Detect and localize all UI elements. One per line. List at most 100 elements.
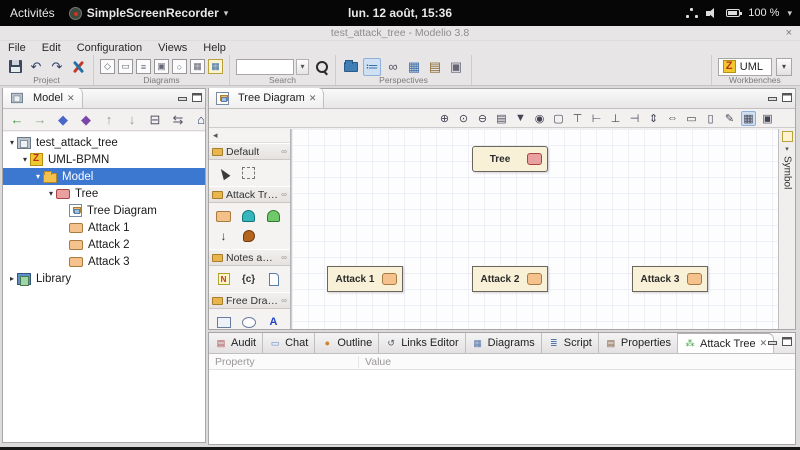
snapshot-icon[interactable]: ◉	[532, 111, 547, 126]
collapse-all-icon[interactable]: ⊟	[146, 111, 164, 129]
tree-item-tree[interactable]: ▾Tree	[3, 185, 205, 202]
minimize-panel-icon[interactable]	[177, 92, 186, 101]
workbench-dropdown-button[interactable]: ▾	[776, 58, 792, 76]
usecase-diagram-icon[interactable]: ○	[172, 59, 187, 74]
symbol-side-tab[interactable]: ▾ Symbol	[778, 129, 795, 329]
diagram-node-tree[interactable]: Tree	[472, 146, 548, 172]
folder-perspective-icon[interactable]	[342, 58, 360, 76]
minimize-bottom-panel-icon[interactable]	[767, 336, 776, 345]
ellipse-tool[interactable]	[236, 312, 261, 332]
move-down-icon[interactable]: ↓	[123, 111, 141, 129]
menu-edit[interactable]: Edit	[34, 42, 69, 54]
tree-item-library[interactable]: ▸Library	[3, 270, 205, 287]
activities-button[interactable]: Activités	[10, 6, 55, 20]
tree-item-tree-diagram[interactable]: Tree Diagram	[3, 202, 205, 219]
model-explorer-perspective-icon[interactable]: ≔	[363, 58, 381, 76]
maximize-bottom-panel-icon[interactable]	[782, 336, 791, 345]
zoom-original-icon[interactable]: ⊙	[456, 111, 471, 126]
palette-collapse-button[interactable]: ◂	[209, 129, 290, 143]
search-input[interactable]	[236, 59, 294, 75]
menu-views[interactable]: Views	[150, 42, 195, 54]
print-icon[interactable]: ▤	[494, 111, 509, 126]
expand-arrow-icon[interactable]: ▾	[7, 138, 17, 147]
document-tool[interactable]	[261, 269, 286, 289]
grid-perspective-icon[interactable]: ▦	[405, 58, 423, 76]
tree-item-attack-3[interactable]: Attack 3	[3, 253, 205, 270]
deployment-diagram-icon[interactable]: ▣	[154, 59, 169, 74]
tree-item-uml-bpmn[interactable]: ▾UML-BPMN	[3, 151, 205, 168]
diagram-node-attack-1[interactable]: Attack 1	[327, 266, 403, 292]
diagram-node-attack-3[interactable]: Attack 3	[632, 266, 708, 292]
menu-configuration[interactable]: Configuration	[69, 42, 150, 54]
move-up-icon[interactable]: ↑	[100, 111, 118, 129]
minimize-editor-icon[interactable]	[767, 92, 776, 101]
network-icon[interactable]	[686, 8, 698, 18]
page-layout-icon[interactable]: ▣	[760, 111, 775, 126]
object-diagram-icon[interactable]: ▦	[190, 59, 205, 74]
pin-icon[interactable]: ∞	[281, 190, 287, 199]
column-value[interactable]: Value	[359, 356, 391, 368]
expand-arrow-icon[interactable]: ▾	[20, 155, 30, 164]
system-menu-chevron-icon[interactable]: ▾	[787, 8, 792, 19]
link-tool[interactable]: ↓	[211, 226, 236, 246]
rectangle-tool[interactable]	[211, 312, 236, 332]
menu-help[interactable]: Help	[195, 42, 234, 54]
column-property[interactable]: Property	[209, 356, 359, 368]
tab-links-editor[interactable]: ↺Links Editor	[379, 333, 465, 353]
menu-file[interactable]: File	[0, 42, 34, 54]
tree-item-attack-2[interactable]: Attack 2	[3, 236, 205, 253]
window-close-button[interactable]: ×	[786, 26, 792, 41]
maximize-panel-icon[interactable]	[192, 92, 201, 101]
or-gate-tool[interactable]	[261, 206, 286, 226]
marquee-tool[interactable]	[236, 163, 261, 183]
center-vertical-icon[interactable]: ⇕	[646, 111, 661, 126]
previous-reference-icon[interactable]: ◆	[54, 111, 72, 129]
expand-arrow-icon[interactable]: ▾	[33, 172, 43, 181]
diagram-node-attack-2[interactable]: Attack 2	[472, 266, 548, 292]
zoom-in-icon[interactable]: ⊕	[437, 111, 452, 126]
and-gate-tool[interactable]	[236, 206, 261, 226]
tab-outline[interactable]: ●Outline	[315, 333, 379, 353]
constraint-tool[interactable]: {c}	[236, 269, 261, 289]
activity-diagram-icon[interactable]: ≡	[136, 59, 151, 74]
save-icon[interactable]	[6, 58, 24, 76]
app-menu[interactable]: SimpleScreenRecorder ▾	[69, 6, 229, 20]
palette-section-free-drawing[interactable]: Free Drawing∞	[209, 292, 290, 309]
same-width-icon[interactable]: ▭	[684, 111, 699, 126]
selection-tool[interactable]	[211, 163, 236, 183]
property-table-body[interactable]	[209, 370, 795, 444]
format-brush-icon[interactable]: ✎	[722, 111, 737, 126]
model-tab-close-icon[interactable]: ✕	[67, 93, 75, 104]
package-diagram-icon[interactable]: ▭	[118, 59, 133, 74]
save-diagram-icon[interactable]: ▼	[513, 111, 528, 126]
tab-attack-tree[interactable]: ⁂Attack Tree✕	[678, 333, 774, 353]
tab-properties[interactable]: ▤Properties	[599, 333, 678, 353]
expand-arrow-icon[interactable]: ▸	[7, 274, 17, 283]
pin-icon[interactable]: ∞	[281, 253, 287, 262]
text-tool[interactable]: A	[261, 312, 286, 332]
tab-tree-diagram[interactable]: Tree Diagram ✕	[209, 88, 324, 108]
search-dropdown-button[interactable]: ▾	[296, 59, 309, 75]
tab-model[interactable]: Model ✕	[3, 88, 83, 108]
pin-icon[interactable]: ∞	[281, 296, 287, 305]
tree-diagram-tab-close-icon[interactable]: ✕	[309, 93, 317, 104]
matrix-icon[interactable]: ▦	[208, 59, 223, 74]
expand-arrow-icon[interactable]: ▾	[46, 189, 56, 198]
tab-chat[interactable]: ▭Chat	[263, 333, 315, 353]
window-perspective-icon[interactable]: ▣	[447, 58, 465, 76]
clock[interactable]: lun. 12 août, 15:36	[348, 6, 452, 20]
select-zone-icon[interactable]: ▢	[551, 111, 566, 126]
align-left-icon[interactable]: ⊢	[589, 111, 604, 126]
note-tool[interactable]: N	[211, 269, 236, 289]
diagram-canvas[interactable]: Tree Attack 1 Attack 2 Attack 3	[291, 129, 778, 329]
tab-script[interactable]: ≣Script	[542, 333, 599, 353]
same-height-icon[interactable]: ▯	[703, 111, 718, 126]
palette-section-attack-tree[interactable]: Attack Tree∞	[209, 186, 290, 203]
tree-item-model[interactable]: ▾Model	[3, 168, 205, 185]
links-perspective-icon[interactable]: ∞	[384, 58, 402, 76]
palette-section-default[interactable]: Default∞	[209, 143, 290, 160]
tree-item-test-attack-tree[interactable]: ▾test_attack_tree	[3, 134, 205, 151]
countermeasure-tool[interactable]	[236, 226, 261, 246]
volume-icon[interactable]	[706, 8, 718, 19]
align-bottom-icon[interactable]: ⊥	[608, 111, 623, 126]
